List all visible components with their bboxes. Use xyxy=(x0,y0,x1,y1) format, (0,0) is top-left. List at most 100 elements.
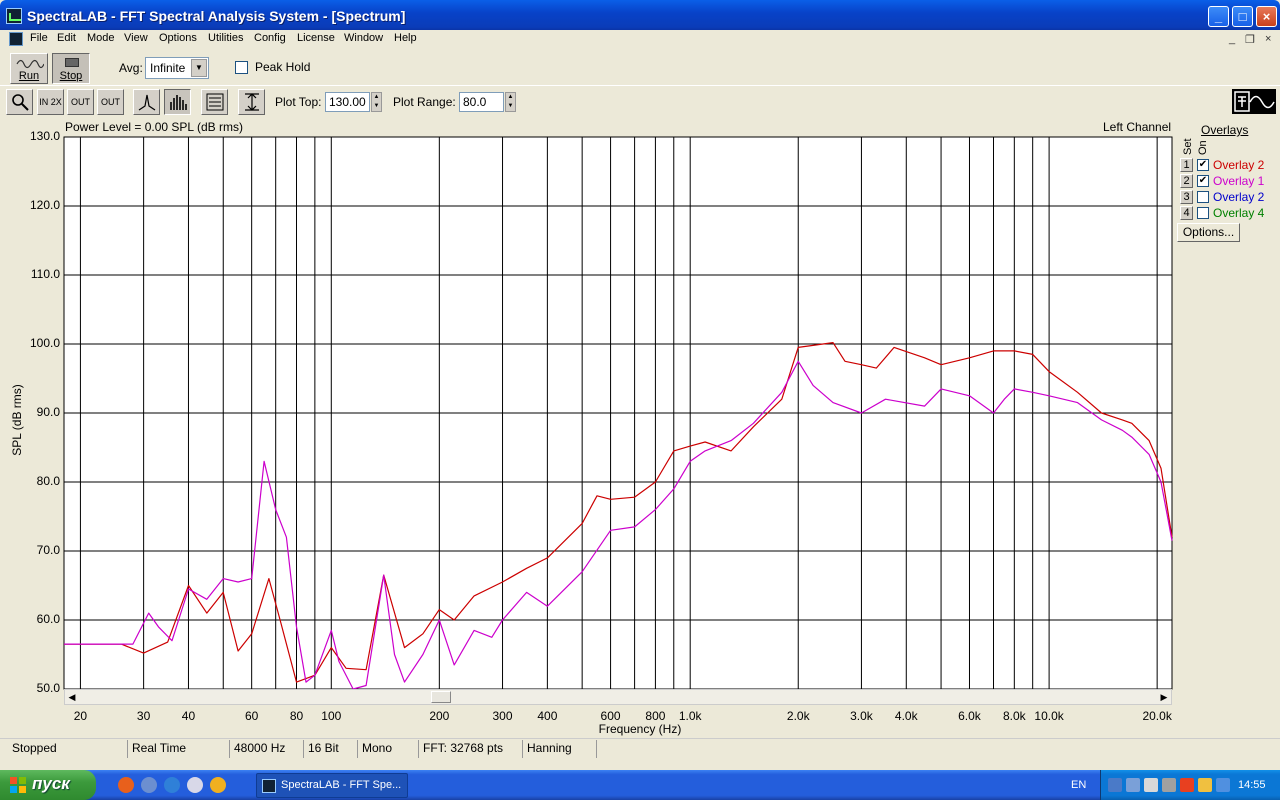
y-tick-label: 130.0 xyxy=(29,129,60,143)
peak-hold-checkbox[interactable] xyxy=(235,61,248,74)
peak-hold-label: Peak Hold xyxy=(255,60,311,74)
status-bit-depth: 16 Bit xyxy=(304,740,358,758)
overlay-label: Overlay 1 xyxy=(1213,174,1265,188)
y-tick-label: 100.0 xyxy=(29,336,60,350)
overlay-on-checkbox[interactable]: ✔ xyxy=(1197,159,1209,171)
tray-app-icon[interactable] xyxy=(1198,778,1212,792)
plot-top-label: Plot Top: xyxy=(275,95,322,109)
avg-select[interactable]: Infinite ▼ xyxy=(145,57,209,79)
overlay-options-button[interactable]: Options... xyxy=(1177,223,1240,242)
mdi-restore-button[interactable]: ❐ xyxy=(1245,33,1255,46)
tray-monitor-icon[interactable] xyxy=(1216,778,1230,792)
menu-config[interactable]: Config xyxy=(254,32,286,44)
taskbar-spectralab-label: SpectraLAB - FFT Spe... xyxy=(281,779,402,791)
start-button[interactable]: пуск xyxy=(0,770,96,800)
x-tick-label: 800 xyxy=(645,709,666,723)
start-label: пуск xyxy=(32,774,70,793)
quicklaunch-ie-icon[interactable] xyxy=(164,777,180,793)
overlay-on-checkbox[interactable]: ✔ xyxy=(1197,175,1209,187)
bar-plot-button[interactable] xyxy=(164,89,191,115)
quicklaunch-desktop-icon[interactable] xyxy=(187,777,203,793)
quicklaunch-firefox-icon[interactable] xyxy=(118,777,134,793)
menu-help[interactable]: Help xyxy=(394,32,417,44)
overlay-set-button[interactable]: 1 xyxy=(1180,158,1193,172)
tray-usb-icon[interactable] xyxy=(1126,778,1140,792)
scroll-thumb[interactable] xyxy=(431,691,451,703)
plot-panel xyxy=(5,118,1175,738)
line-plot-button[interactable] xyxy=(133,89,160,115)
tray-device-icon[interactable] xyxy=(1162,778,1176,792)
power-level-readout: Power Level = 0.00 SPL (dB rms) xyxy=(65,120,243,134)
x-tick-label: 80 xyxy=(289,709,304,723)
title-bar: SpectraLAB - FFT Spectral Analysis Syste… xyxy=(0,0,1280,32)
overlay-set-button[interactable]: 3 xyxy=(1180,190,1193,204)
scroll-right-icon[interactable]: ▶ xyxy=(1157,690,1171,704)
zoom-out-full-button[interactable]: OUT FULL xyxy=(97,89,124,131)
x-tick-label: 2.0k xyxy=(786,709,810,723)
menu-view[interactable]: View xyxy=(124,32,148,44)
y-tick-label: 70.0 xyxy=(36,543,60,557)
x-tick-label: 100 xyxy=(321,709,342,723)
y-axis-label: SPL (dB rms) xyxy=(10,384,24,456)
mdi-minimize-button[interactable]: _ xyxy=(1229,33,1235,45)
stop-label: Stop xyxy=(59,70,83,82)
overlay-label: Overlay 2 xyxy=(1213,190,1265,204)
menu-window[interactable]: Window xyxy=(344,32,383,44)
language-indicator[interactable]: EN xyxy=(1071,779,1086,791)
overlay-set-button[interactable]: 4 xyxy=(1180,206,1193,220)
menu-license[interactable]: License xyxy=(297,32,335,44)
taskbar-spectralab-button[interactable]: SpectraLAB - FFT Spe... xyxy=(256,773,408,798)
close-button[interactable]: × xyxy=(1256,6,1277,27)
view-toolbar xyxy=(0,87,1280,117)
stop-button[interactable]: Stop xyxy=(52,53,90,84)
mdi-close-button[interactable]: × xyxy=(1265,33,1271,45)
overlay-on-checkbox[interactable] xyxy=(1197,207,1209,219)
overlays-on-header: On xyxy=(1197,140,1209,155)
overlay-set-button[interactable]: 2 xyxy=(1180,174,1193,188)
menu-options[interactable]: Options xyxy=(159,32,197,44)
quicklaunch-player-icon[interactable] xyxy=(210,777,226,793)
tray-volume-icon[interactable] xyxy=(1144,778,1158,792)
windows-logo-icon xyxy=(10,777,26,793)
display-settings-button[interactable] xyxy=(201,89,228,115)
scroll-left-icon[interactable]: ◀ xyxy=(65,690,79,704)
menu-edit[interactable]: Edit xyxy=(57,32,76,44)
overlay-on-checkbox[interactable] xyxy=(1197,191,1209,203)
quicklaunch-media-icon[interactable] xyxy=(141,777,157,793)
menu-utilities[interactable]: Utilities xyxy=(208,32,243,44)
menu-file[interactable]: File xyxy=(30,32,48,44)
horizontal-scrollbar[interactable]: ◀ ▶ xyxy=(64,689,1172,705)
magnifier-icon xyxy=(11,94,29,111)
zoom-out-2x-button[interactable]: OUT 2X xyxy=(67,89,94,131)
maximize-button[interactable]: □ xyxy=(1232,6,1253,27)
run-label: Run xyxy=(18,70,40,82)
autoscale-button[interactable] xyxy=(238,89,265,115)
menu-mode[interactable]: Mode xyxy=(87,32,115,44)
status-window: Hanning xyxy=(523,740,597,758)
plot-range-input[interactable]: 80.0 xyxy=(459,92,504,112)
tray-security-icon[interactable] xyxy=(1180,778,1194,792)
window-title: SpectraLAB - FFT Spectral Analysis Syste… xyxy=(27,8,406,24)
run-button[interactable]: Run xyxy=(10,53,48,84)
app-icon[interactable] xyxy=(6,8,22,24)
minimize-button[interactable]: _ xyxy=(1208,6,1229,27)
x-tick-label: 600 xyxy=(600,709,621,723)
plot-top-stepper[interactable]: ▲ ▼ xyxy=(371,92,382,112)
plot-range-label: Plot Range: xyxy=(393,95,456,109)
y-tick-label: 110.0 xyxy=(30,267,60,281)
status-mode: Real Time xyxy=(128,740,230,758)
plot-top-input[interactable]: 130.00 xyxy=(325,92,370,112)
menu-bar: File Edit Mode View Options Utilities Co… xyxy=(0,30,1280,48)
tray-network-icon[interactable] xyxy=(1108,778,1122,792)
x-tick-label: 3.0k xyxy=(850,709,873,723)
x-tick-label: 4.0k xyxy=(894,709,918,723)
x-tick-label: 40 xyxy=(181,709,196,723)
x-tick-label: 1.0k xyxy=(678,709,702,723)
plot-range-stepper[interactable]: ▲ ▼ xyxy=(505,92,516,112)
document-icon[interactable] xyxy=(9,32,23,46)
chevron-down-icon[interactable]: ▼ xyxy=(191,59,207,77)
zoom-in-2x-button[interactable]: IN 2X xyxy=(37,89,64,115)
avg-select-value: Infinite xyxy=(150,61,186,75)
overlay-label: Overlay 4 xyxy=(1213,206,1265,220)
zoom-button[interactable] xyxy=(6,89,33,115)
